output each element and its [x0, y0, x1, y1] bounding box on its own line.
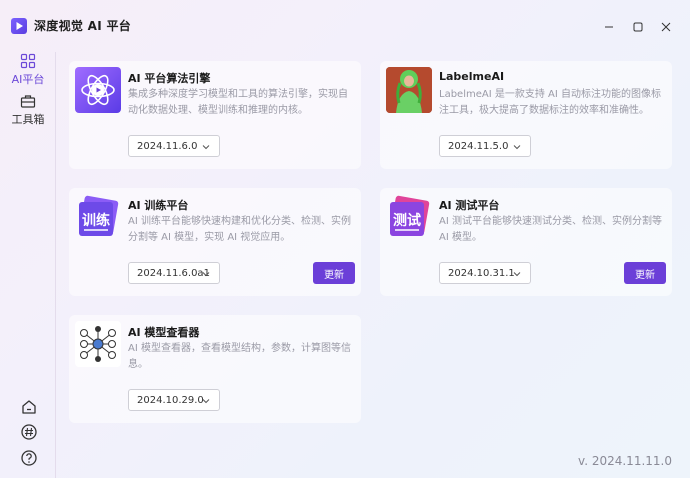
chevron-down-icon [513, 272, 521, 277]
sidebar-item-toolbox[interactable]: 工具箱 [0, 93, 56, 127]
chevron-down-icon [202, 399, 210, 404]
icon-text: 测试 [393, 212, 421, 229]
home-icon[interactable] [20, 398, 38, 416]
version-value: 2024.11.6.0 [137, 140, 198, 152]
title-bar: 深度视觉 AI 平台 [0, 0, 690, 52]
version-select[interactable]: 2024.11.6.0 [128, 135, 220, 157]
hash-icon[interactable] [20, 423, 38, 441]
chevron-down-icon [513, 145, 521, 150]
app-card-model-viewer[interactable]: AI 模型查看器 AI 模型查看器，查看模型结构，参数，计算图等信息。 2024… [69, 315, 361, 423]
labelme-icon [386, 67, 432, 113]
card-description: AI 测试平台能够快速测试分类、检测、实例分割等 AI 模型。 [439, 216, 662, 243]
card-title: AI 平台算法引擎 [128, 72, 211, 85]
sidebar-item-label: 工具箱 [11, 113, 45, 126]
update-button[interactable]: 更新 [624, 262, 666, 284]
chevron-down-icon [202, 145, 210, 150]
card-description: AI 模型查看器，查看模型结构，参数，计算图等信息。 [128, 343, 351, 370]
grid-icon [20, 53, 36, 69]
version-value: 2024.10.31.1 [448, 267, 515, 279]
app-card-engine[interactable]: AI 平台算法引擎 集成多种深度学习模型和工具的算法引擎，实现自动化数据处理、模… [69, 61, 361, 169]
sidebar-item-label: AI平台 [11, 73, 45, 86]
close-button[interactable] [653, 14, 679, 40]
card-title: AI 训练平台 [128, 199, 189, 212]
version-value: 2024.10.29.0 [137, 394, 204, 406]
train-icon: 训练 [75, 194, 121, 240]
chevron-down-icon [202, 272, 210, 277]
card-title: LabelmeAI [439, 70, 505, 83]
app-logo-icon [11, 18, 27, 34]
version-value: 2024.11.6.0a1 [137, 267, 210, 279]
atom-play-icon [75, 67, 121, 113]
test-icon: 测试 [386, 194, 432, 240]
card-description: LabelmeAI 是一款支持 AI 自动标注功能的图像标注工具，极大提高了数据… [439, 89, 661, 116]
help-icon[interactable] [20, 449, 38, 467]
icon-text: 训练 [82, 212, 110, 229]
version-select[interactable]: 2024.11.5.0 [439, 135, 531, 157]
card-description: 集成多种深度学习模型和工具的算法引擎，实现自动化数据处理、模型训练和推理的内核。 [128, 89, 348, 116]
window-title: 深度视觉 AI 平台 [34, 19, 132, 33]
sidebar: AI平台 工具箱 [0, 52, 56, 478]
version-select[interactable]: 2024.10.31.1 [439, 262, 531, 284]
card-title: AI 测试平台 [439, 199, 500, 212]
version-value: 2024.11.5.0 [448, 140, 509, 152]
app-version: v. 2024.11.11.0 [578, 454, 672, 468]
card-description: AI 训练平台能够快速构建和优化分类、检测、实例分割等 AI 模型，实现 AI … [128, 216, 351, 243]
update-button[interactable]: 更新 [313, 262, 355, 284]
version-select[interactable]: 2024.11.6.0a1 [128, 262, 220, 284]
app-card-training[interactable]: 训练 AI 训练平台 AI 训练平台能够快速构建和优化分类、检测、实例分割等 A… [69, 188, 361, 296]
version-select[interactable]: 2024.10.29.0 [128, 389, 220, 411]
app-card-labelme[interactable]: LabelmeAI LabelmeAI 是一款支持 AI 自动标注功能的图像标注… [380, 61, 672, 169]
maximize-button[interactable] [625, 14, 651, 40]
sidebar-item-ai-platform[interactable]: AI平台 [0, 53, 56, 87]
minimize-button[interactable] [596, 14, 622, 40]
toolbox-icon [20, 95, 36, 108]
card-title: AI 模型查看器 [128, 326, 200, 339]
app-card-testing[interactable]: 测试 AI 测试平台 AI 测试平台能够快速测试分类、检测、实例分割等 AI 模… [380, 188, 672, 296]
model-graph-icon [75, 321, 121, 367]
